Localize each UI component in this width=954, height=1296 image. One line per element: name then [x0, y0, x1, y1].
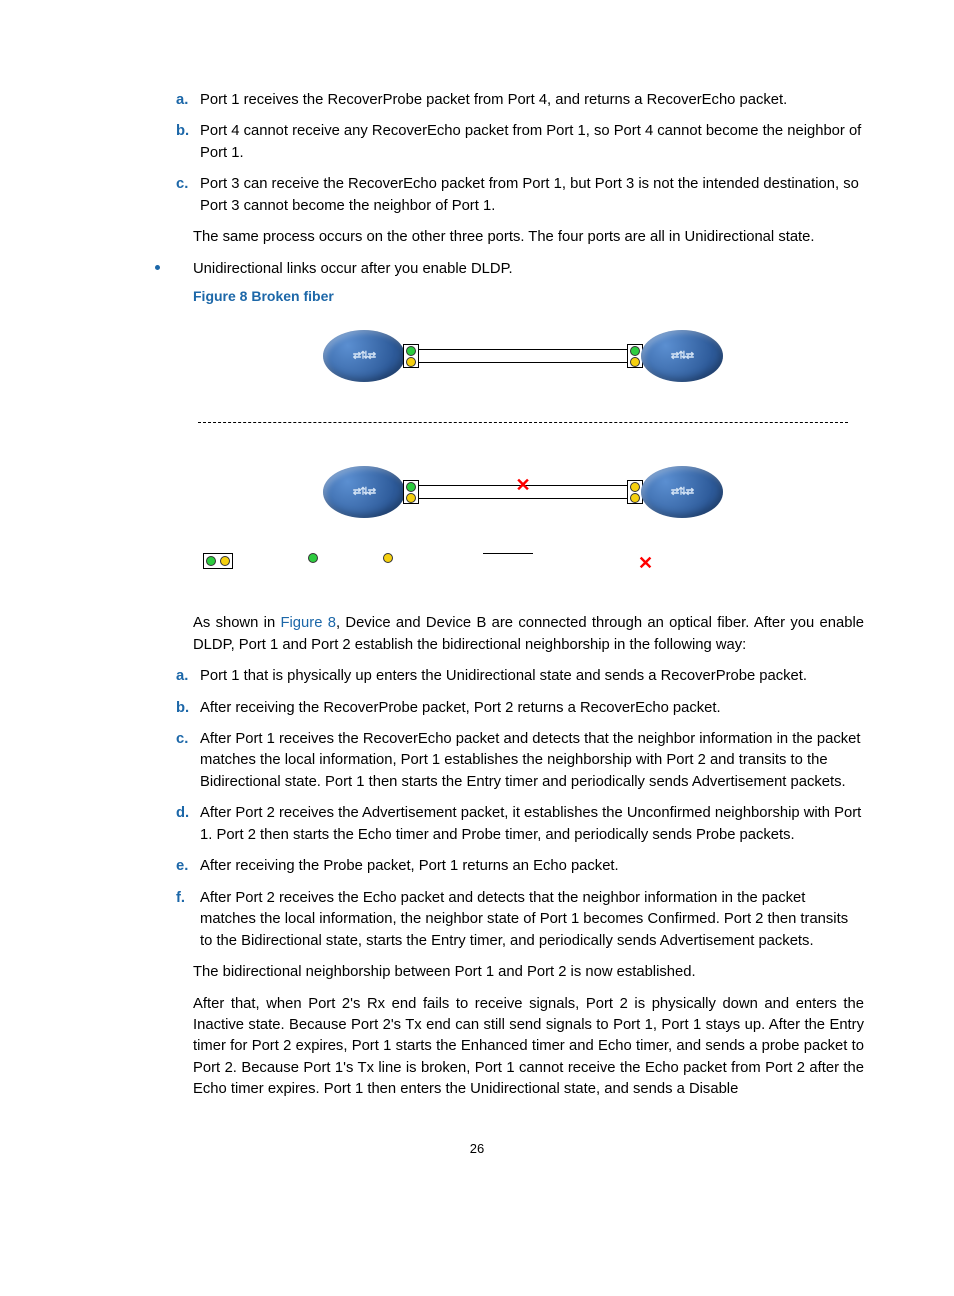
led-yellow-icon — [630, 357, 640, 367]
list-text: After receiving the Probe packet, Port 1… — [200, 858, 619, 874]
led-green-icon — [406, 482, 416, 492]
legend-item — [483, 553, 533, 554]
list-marker-c: c. — [176, 174, 188, 195]
list-item: a.Port 1 that is physically up enters th… — [200, 666, 864, 687]
list-text: After receiving the RecoverProbe packet,… — [200, 700, 721, 716]
led-yellow-icon — [220, 556, 230, 566]
led-green-icon — [206, 556, 216, 566]
fiber-line — [419, 498, 627, 499]
diagram-bottom-row: ⇄⇅⇄ ✕ ⇄⇅⇄ — [193, 458, 853, 528]
paragraph: After that, when Port 2's Rx end fails t… — [193, 994, 864, 1101]
list-text: Port 1 receives the RecoverProbe packet … — [200, 92, 787, 108]
led-yellow-icon — [406, 357, 416, 367]
figure-caption: Figure 8 Broken fiber — [193, 288, 864, 304]
list-marker-f: f. — [176, 888, 185, 909]
legend-item: ✕ — [638, 553, 653, 574]
list-text: Port 4 cannot receive any RecoverEcho pa… — [200, 123, 861, 160]
figure-legend: ✕ — [193, 553, 853, 583]
text-fragment: As shown in — [193, 615, 280, 631]
list-marker-c: c. — [176, 729, 188, 750]
page-number: 26 — [90, 1141, 864, 1156]
list-text: Port 3 can receive the RecoverEcho packe… — [200, 176, 859, 213]
legend-x-icon: ✕ — [638, 553, 653, 574]
legend-line-icon — [483, 553, 533, 554]
broken-x-icon: ✕ — [515, 480, 530, 490]
port-block — [403, 480, 419, 504]
list-item: d.After Port 2 receives the Advertisemen… — [200, 803, 864, 846]
fiber-line — [419, 349, 627, 350]
list-marker-e: e. — [176, 856, 188, 877]
list-marker-b: b. — [176, 698, 189, 719]
port-block — [403, 344, 419, 368]
ordered-list-1: a. Port 1 receives the RecoverProbe packe… — [90, 90, 864, 217]
led-green-icon — [630, 346, 640, 356]
legend-item — [308, 553, 318, 563]
paragraph: As shown in Figure 8, Device and Device … — [193, 613, 864, 656]
fiber-line — [419, 362, 627, 363]
list-item: a.Port 1 receives the RecoverProbe packe… — [200, 90, 864, 111]
divider-dashed — [198, 422, 848, 423]
led-yellow-icon — [630, 482, 640, 492]
list-text: Port 1 that is physically up enters the … — [200, 668, 807, 684]
list-marker-a: a. — [176, 90, 188, 111]
list-item: b.After receiving the RecoverProbe packe… — [200, 698, 864, 719]
document-page: a. Port 1 receives the RecoverProbe packe… — [0, 0, 954, 1196]
list-item: e.After receiving the Probe packet, Port… — [200, 856, 864, 877]
bullet-item: Unidirectional links occur after you ena… — [155, 259, 864, 280]
list-text: After Port 1 receives the RecoverEcho pa… — [200, 731, 861, 790]
list-marker-d: d. — [176, 803, 189, 824]
figure-8: ⇄⇅⇄ ⇄⇅⇄ ⇄⇅⇄ — [193, 322, 853, 583]
paragraph: The same process occurs on the other thr… — [193, 227, 864, 248]
legend-port-icon — [203, 553, 233, 569]
list-text: After Port 2 receives the Advertisement … — [200, 805, 861, 842]
list-marker-a: a. — [176, 666, 188, 687]
led-green-icon — [308, 553, 318, 563]
led-yellow-icon — [630, 493, 640, 503]
legend-item — [203, 553, 233, 569]
list-item: c.Port 3 can receive the RecoverEcho pac… — [200, 174, 864, 217]
list-item: b.Port 4 cannot receive any RecoverEcho … — [200, 121, 864, 164]
led-yellow-icon — [383, 553, 393, 563]
router-icon: ⇄⇅⇄ — [323, 466, 405, 518]
led-green-icon — [406, 346, 416, 356]
router-icon: ⇄⇅⇄ — [641, 466, 723, 518]
ordered-list-2: a. Port 1 that is physically up enters th… — [90, 666, 864, 952]
router-icon: ⇄⇅⇄ — [641, 330, 723, 382]
router-icon: ⇄⇅⇄ — [323, 330, 405, 382]
list-item: f.After Port 2 receives the Echo packet … — [200, 888, 864, 952]
bullet-text: Unidirectional links occur after you ena… — [193, 259, 864, 280]
diagram-top-row: ⇄⇅⇄ ⇄⇅⇄ — [193, 322, 853, 392]
figure-reference-link[interactable]: Figure 8 — [280, 615, 335, 631]
led-yellow-icon — [406, 493, 416, 503]
legend-item — [383, 553, 393, 563]
list-text: After Port 2 receives the Echo packet an… — [200, 890, 848, 949]
list-marker-b: b. — [176, 121, 189, 142]
bullet-icon — [155, 265, 160, 270]
list-item: c.After Port 1 receives the RecoverEcho … — [200, 729, 864, 793]
paragraph: The bidirectional neighborship between P… — [193, 962, 864, 983]
